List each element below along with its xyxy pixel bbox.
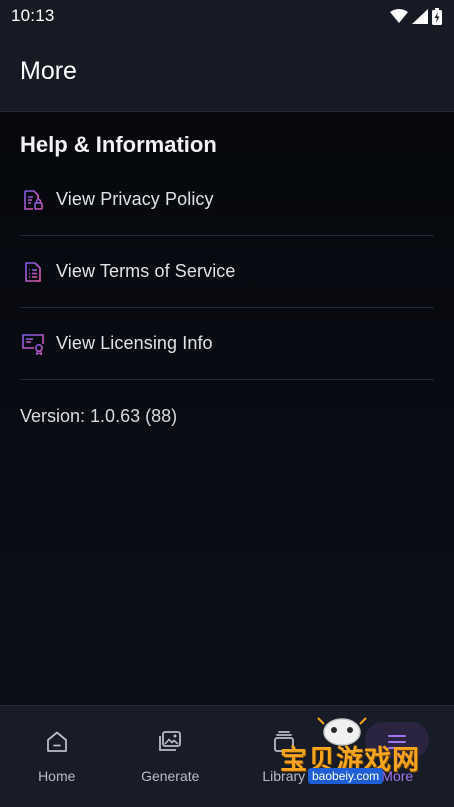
menu-icon	[383, 728, 411, 756]
library-icon	[270, 728, 298, 756]
wifi-icon	[390, 9, 408, 23]
privacy-policy-item[interactable]: View Privacy Policy	[20, 164, 434, 236]
status-icons	[390, 7, 442, 25]
terms-document-icon	[21, 260, 45, 284]
app-bar: More	[0, 32, 454, 112]
nav-item-home[interactable]: Home	[0, 706, 114, 807]
terms-of-service-label: View Terms of Service	[56, 261, 236, 281]
home-icon	[43, 728, 71, 756]
license-certificate-icon	[21, 332, 45, 356]
status-time: 10:13	[11, 6, 55, 25]
nav-item-more[interactable]: More	[341, 706, 454, 807]
page-title: More	[20, 57, 77, 85]
nav-label-home: Home	[38, 768, 76, 784]
nav-item-generate[interactable]: Generate	[114, 706, 228, 807]
app-version: Version: 1.0.63 (88)	[20, 406, 178, 426]
privacy-document-icon	[21, 188, 45, 212]
section-title: Help & Information	[20, 132, 217, 157]
image-stack-icon	[156, 728, 184, 756]
terms-of-service-item[interactable]: View Terms of Service	[20, 236, 434, 308]
status-bar: 10:13	[0, 0, 454, 32]
content: Help & Information View Privacy Policy V…	[0, 112, 454, 705]
help-menu-list: View Privacy Policy View Terms of Servic…	[20, 164, 434, 380]
privacy-policy-label: View Privacy Policy	[56, 189, 214, 209]
battery-charging-icon	[432, 7, 442, 25]
nav-label-library: Library	[262, 768, 306, 784]
licensing-info-item[interactable]: View Licensing Info	[20, 308, 434, 380]
nav-label-generate: Generate	[141, 768, 200, 784]
licensing-info-label: View Licensing Info	[56, 333, 213, 353]
bottom-nav: Home Generate Library More	[0, 705, 454, 807]
signal-icon	[412, 8, 428, 24]
nav-label-more: More	[381, 768, 414, 784]
nav-item-library[interactable]: Library	[227, 706, 341, 807]
